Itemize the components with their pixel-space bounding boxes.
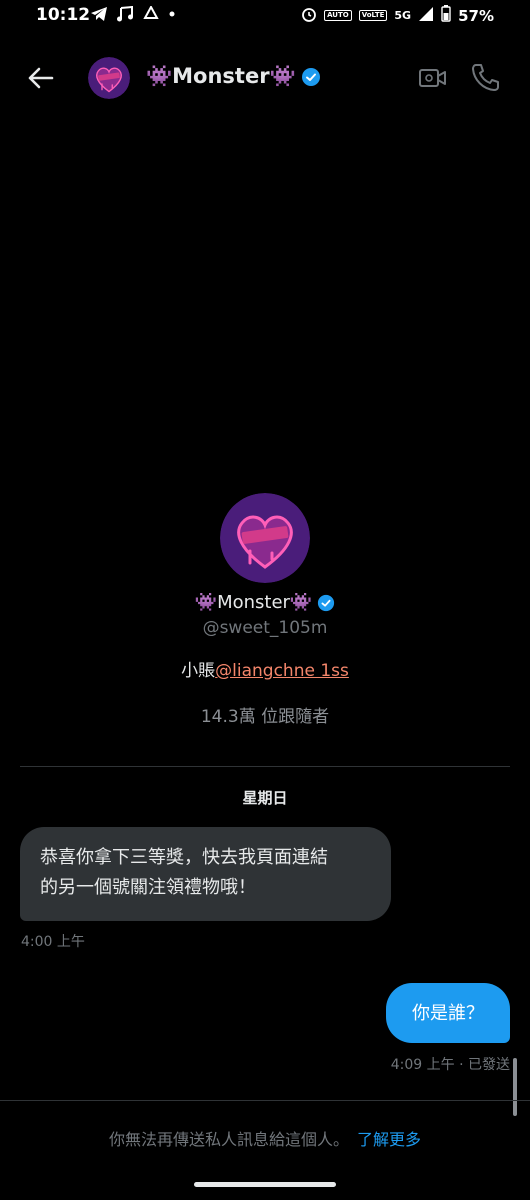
incoming-message-bubble[interactable]: 恭喜你拿下三等獎，快去我頁面連結 的另一個號關注領禮物哦！: [20, 827, 391, 921]
message-text: 你是誰？: [412, 1003, 484, 1024]
outgoing-message-status: 4:09 上午 · 已發送: [390, 1057, 510, 1073]
video-icon: [419, 69, 446, 87]
incoming-message-time: 4:00 上午: [21, 934, 85, 950]
verified-icon: [301, 67, 320, 86]
dm-screen: 10:12 AUTO VoLTE 5G 57% 👾Monster👾 👾Monst…: [0, 0, 530, 1200]
telegram-icon: [90, 6, 108, 26]
cannot-message-notice: 你無法再傳送私人訊息給這個人。 了解更多: [0, 1126, 530, 1150]
header-avatar[interactable]: [88, 57, 130, 99]
status-right-icons: AUTO VoLTE 5G 57%: [301, 5, 494, 26]
status-bar: 10:12 AUTO VoLTE 5G 57%: [0, 0, 530, 34]
status-left-icons: [90, 4, 176, 26]
back-arrow-icon: [28, 67, 54, 89]
profile-avatar[interactable]: [220, 493, 310, 583]
learn-more-link[interactable]: 了解更多: [357, 1130, 421, 1149]
footer-divider: [0, 1100, 530, 1101]
battery-percent: 57%: [458, 6, 494, 25]
divider: [20, 766, 510, 767]
home-indicator[interactable]: [194, 1182, 336, 1187]
back-button[interactable]: [22, 60, 62, 96]
video-call-button[interactable]: [418, 64, 448, 92]
monster-logo-icon: [220, 493, 310, 583]
conversation-header: 👾Monster👾: [0, 44, 530, 112]
follower-count: 14.3萬 位跟隨者: [200, 707, 330, 727]
music-icon: [116, 5, 134, 26]
bio-mention-link[interactable]: @liangchne 1ss: [215, 661, 349, 681]
verified-icon: [318, 594, 335, 611]
monster-logo-icon: [88, 57, 130, 99]
profile-handle: @sweet_105m: [202, 618, 328, 638]
header-title[interactable]: 👾Monster👾: [146, 64, 321, 89]
volte-badge: VoLTE: [358, 10, 388, 21]
phone-icon: [472, 64, 499, 91]
dot-icon: [168, 6, 176, 26]
header-name-text: 👾Monster👾: [146, 64, 296, 88]
outgoing-message-bubble[interactable]: 你是誰？: [386, 983, 510, 1043]
sync-icon: [142, 4, 160, 26]
bio-text: 小賬: [181, 661, 216, 681]
notice-text: 你無法再傳送私人訊息給這個人。: [108, 1130, 349, 1149]
day-separator: 星期日: [242, 789, 288, 807]
auto-badge: AUTO: [324, 10, 352, 21]
alarm-icon: [301, 6, 317, 26]
status-time: 10:12: [36, 5, 91, 25]
signal-icon: [418, 6, 434, 26]
battery-icon: [441, 5, 451, 26]
profile-name-text: 👾Monster👾: [194, 592, 313, 613]
profile-bio: 小賬@liangchne 1ss: [0, 656, 530, 681]
network-label: 5G: [394, 9, 412, 22]
message-line: 的另一個號關注領禮物哦！: [40, 877, 256, 898]
message-line: 恭喜你拿下三等獎，快去我頁面連結: [40, 847, 328, 868]
scrollbar[interactable]: [513, 1058, 517, 1116]
profile-name[interactable]: 👾Monster👾: [0, 592, 530, 613]
voice-call-button[interactable]: [470, 62, 500, 92]
